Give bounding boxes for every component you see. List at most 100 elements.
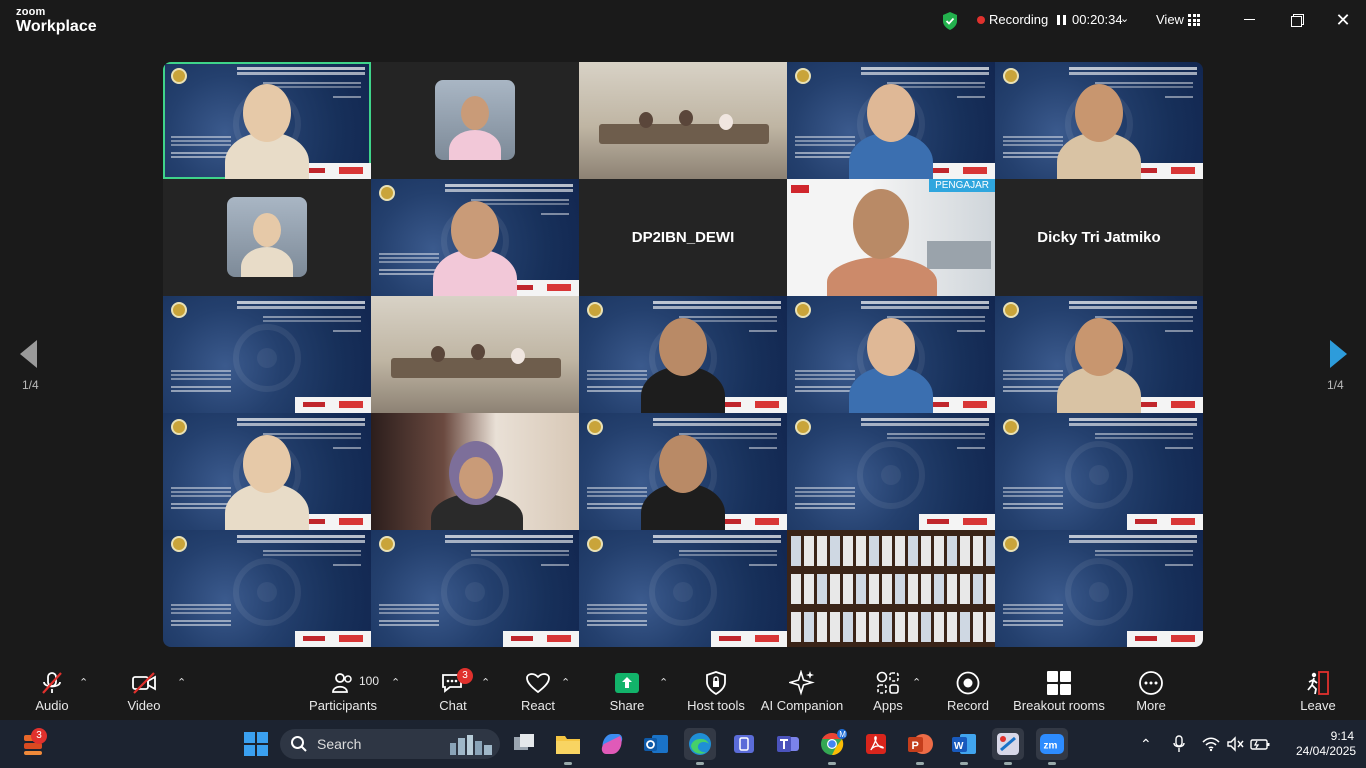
share-button[interactable]: Share — [597, 660, 657, 720]
participant-tile[interactable]: Dicky Tri Jatmiko — [995, 179, 1203, 296]
participant-tile[interactable] — [163, 62, 371, 179]
taskbar-search[interactable]: Search — [280, 729, 500, 759]
share-options-caret-icon[interactable]: ⌃ — [659, 676, 668, 689]
restore-button[interactable] — [1283, 8, 1311, 32]
participant-tile[interactable] — [371, 530, 579, 647]
participants-label: Participants — [309, 698, 377, 713]
ai-companion-button[interactable]: AI Companion — [760, 660, 844, 720]
government-emblem-icon — [1003, 536, 1019, 552]
next-page-arrow-icon[interactable] — [1330, 340, 1347, 368]
show-hidden-icons-chevron-icon[interactable]: ⌃ — [1140, 736, 1152, 753]
radiation-symbol-icon — [1065, 441, 1133, 509]
chat-button[interactable]: Chat — [423, 660, 483, 720]
participant-tile[interactable] — [163, 296, 371, 413]
participant-tile[interactable]: DP2IBN_DEWI — [579, 179, 787, 296]
system-clock[interactable]: 9:14 24/04/2025 — [1296, 729, 1356, 759]
chat-options-caret-icon[interactable]: ⌃ — [481, 676, 490, 689]
file-explorer-icon[interactable] — [552, 728, 584, 765]
microphone-muted-icon — [42, 672, 62, 694]
participant-tile[interactable] — [163, 179, 371, 296]
pengajar-badge: PENGAJAR — [929, 179, 995, 192]
video-button[interactable]: Video — [114, 660, 174, 720]
battery-icon[interactable] — [1250, 736, 1270, 752]
word-icon[interactable]: W — [948, 728, 980, 765]
participant-tile[interactable] — [579, 62, 787, 179]
more-button[interactable]: More — [1121, 660, 1181, 720]
chevron-down-icon[interactable]: ⌄ — [1120, 12, 1129, 25]
host-tools-button[interactable]: Host tools — [681, 660, 751, 720]
radiation-symbol-icon — [857, 441, 925, 509]
participant-tile[interactable] — [787, 413, 995, 530]
react-label: React — [521, 698, 555, 713]
snipping-tool-icon[interactable] — [992, 728, 1024, 765]
host-tools-label: Host tools — [687, 698, 745, 713]
previous-page-arrow-icon[interactable] — [20, 340, 37, 368]
government-emblem-icon — [171, 302, 187, 318]
minimize-button[interactable] — [1236, 8, 1264, 32]
encryption-shield-icon[interactable] — [941, 11, 959, 31]
microphone-in-use-icon[interactable] — [1172, 735, 1186, 753]
participant-tile[interactable] — [995, 530, 1203, 647]
government-emblem-icon — [379, 536, 395, 552]
participant-tile[interactable] — [371, 296, 579, 413]
view-button[interactable]: View — [1156, 12, 1184, 27]
record-button[interactable]: Record — [938, 660, 998, 720]
profile-photo — [435, 80, 515, 160]
phone-link-icon[interactable] — [728, 728, 760, 760]
participant-tile[interactable] — [163, 413, 371, 530]
grid-view-icon[interactable] — [1188, 14, 1200, 26]
outlook-icon[interactable] — [640, 728, 672, 760]
participants-options-caret-icon[interactable]: ⌃ — [391, 676, 400, 689]
chat-label: Chat — [439, 698, 467, 713]
participant-tile[interactable] — [579, 530, 787, 647]
participant-tile[interactable] — [579, 296, 787, 413]
close-button[interactable]: ✕ — [1329, 8, 1357, 32]
recording-label[interactable]: Recording — [989, 12, 1048, 27]
acrobat-icon[interactable] — [860, 728, 892, 760]
apps-icon — [876, 671, 899, 694]
participant-tile[interactable] — [787, 530, 995, 647]
edge-icon[interactable] — [684, 728, 716, 765]
task-view-icon[interactable] — [508, 728, 540, 760]
participant-tile[interactable] — [163, 530, 371, 647]
zoom-app-icon[interactable]: zm — [1036, 728, 1068, 765]
participant-tile[interactable] — [787, 62, 995, 179]
audio-label: Audio — [35, 698, 69, 713]
apps-button[interactable]: Apps — [858, 660, 918, 720]
pause-recording-icon[interactable] — [1056, 13, 1068, 27]
participant-tile[interactable] — [371, 62, 579, 179]
powerpoint-icon[interactable]: P — [904, 728, 936, 765]
search-placeholder: Search — [317, 736, 362, 752]
chrome-icon[interactable]: M — [816, 728, 848, 765]
video-options-caret-icon[interactable]: ⌃ — [177, 676, 186, 689]
copilot-icon[interactable] — [596, 728, 628, 760]
participants-button[interactable]: Participants — [303, 660, 383, 720]
apps-label: Apps — [873, 698, 903, 713]
share-screen-icon — [615, 673, 639, 693]
audio-button[interactable]: Audio — [22, 660, 82, 720]
participant-tile[interactable] — [995, 62, 1203, 179]
participant-tile[interactable] — [995, 296, 1203, 413]
government-emblem-icon — [1003, 68, 1019, 84]
participant-tile[interactable] — [787, 296, 995, 413]
participant-tile[interactable] — [371, 413, 579, 530]
audio-options-caret-icon[interactable]: ⌃ — [79, 676, 88, 689]
wifi-icon[interactable] — [1202, 736, 1220, 752]
participant-tile[interactable]: PENGAJAR — [787, 179, 995, 296]
apps-options-caret-icon[interactable]: ⌃ — [912, 676, 921, 689]
participant-tile[interactable] — [995, 413, 1203, 530]
teams-icon[interactable] — [772, 728, 804, 760]
volume-muted-icon[interactable] — [1226, 736, 1244, 752]
react-options-caret-icon[interactable]: ⌃ — [561, 676, 570, 689]
leave-label: Leave — [1300, 698, 1336, 713]
windows-start-icon[interactable] — [240, 728, 272, 760]
breakout-rooms-icon — [1047, 671, 1071, 695]
participant-tile[interactable] — [371, 179, 579, 296]
leave-button[interactable]: Leave — [1290, 660, 1346, 720]
government-emblem-icon — [171, 536, 187, 552]
participant-tile[interactable] — [579, 413, 787, 530]
participant-name: DP2IBN_DEWI — [631, 229, 735, 246]
windows-taskbar: 3 Search M P W zm ⌃ 9:14 24/04/2025 — [0, 720, 1366, 768]
react-button[interactable]: React — [508, 660, 568, 720]
breakout-rooms-button[interactable]: Breakout rooms — [1012, 660, 1106, 720]
